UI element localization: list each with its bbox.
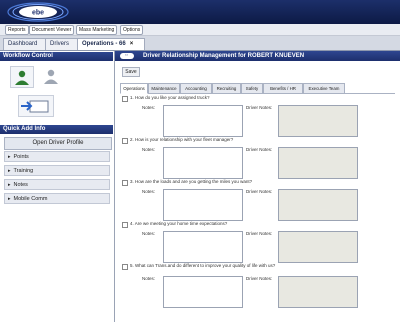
menu-mass-marketing[interactable]: Mass Marketing	[76, 25, 118, 35]
close-icon[interactable]: ×	[130, 41, 134, 47]
envelope-arrow-icon	[21, 100, 49, 113]
chevron-right-icon: ▸	[8, 182, 11, 188]
driver-notes-label: Driver Notes:	[246, 231, 273, 236]
tab-executive-team[interactable]: Executive Team	[303, 83, 345, 94]
tab-recruiting[interactable]: Recruiting	[212, 83, 241, 94]
question-text: 1. How do you like your assigned truck?	[130, 95, 210, 100]
save-button[interactable]: Save	[122, 67, 140, 77]
tab-maintenance[interactable]: Maintenance	[148, 83, 180, 94]
notes-label: Notes:	[142, 105, 156, 110]
notes-textarea[interactable]	[163, 147, 243, 179]
driver-notes-label: Driver Notes:	[246, 105, 273, 110]
tab-label: Dashboard	[8, 41, 38, 47]
question-text: 4. Are we meeting your home time expecta…	[130, 221, 228, 226]
driver-notes-label: Driver Notes:	[246, 147, 273, 152]
panel-title: Workflow Control	[3, 53, 53, 59]
driver-notes-textarea[interactable]	[278, 105, 358, 137]
notes-textarea[interactable]	[163, 231, 243, 263]
menu-options[interactable]: Options	[120, 25, 144, 35]
notes-label: Notes:	[142, 231, 156, 236]
quick-add-points[interactable]: ▸ Points	[4, 151, 110, 162]
item-label: Notes	[13, 182, 28, 188]
main-header: ⇔ Driver Relationship Management for ROB…	[115, 51, 400, 61]
driver-notes-label: Driver Notes:	[246, 276, 273, 281]
tab-operations[interactable]: Operations - 66 ×	[77, 38, 145, 50]
question-text: 5. What can Trans.and do different to im…	[130, 263, 276, 268]
chevron-right-icon: ▸	[8, 154, 11, 160]
notes-textarea[interactable]	[163, 189, 243, 221]
arrows-icon: ⇔	[124, 52, 129, 58]
menu-bar: Reports Document Viewer Mass Marketing O…	[0, 24, 400, 36]
question-checkbox[interactable]	[122, 138, 128, 144]
tab-operations[interactable]: Operations	[120, 83, 148, 94]
send-message-icon[interactable]	[18, 95, 54, 117]
question-text: 3. How are the loads and are you getting…	[130, 179, 253, 184]
quick-add-header: Quick Add Info	[0, 125, 113, 134]
question-text: 2. How is your relationship with your fl…	[130, 137, 234, 142]
question-checkbox[interactable]	[122, 180, 128, 186]
item-label: Mobile Comm	[13, 196, 48, 202]
notes-label: Notes:	[142, 147, 156, 152]
driver-notes-textarea[interactable]	[278, 231, 358, 263]
driver-notes-label: Driver Notes:	[246, 189, 273, 194]
question-checkbox[interactable]	[122, 96, 128, 102]
notes-label: Notes:	[142, 276, 156, 281]
company-logo: ebe	[7, 2, 69, 22]
tab-label: Operations - 66	[82, 41, 126, 47]
main-panel: ⇔ Driver Relationship Management for ROB…	[115, 51, 400, 322]
driver-notes-textarea[interactable]	[278, 189, 358, 221]
collapse-toggle[interactable]: ⇔	[120, 52, 134, 59]
quick-add-notes[interactable]: ▸ Notes	[4, 179, 110, 190]
tab-safety[interactable]: Safety	[241, 83, 263, 94]
workflow-control-header: Workflow Control	[0, 52, 113, 61]
menu-reports[interactable]: Reports	[5, 25, 29, 35]
driver-profile-icon[interactable]	[10, 66, 34, 88]
item-label: Points	[13, 154, 29, 160]
item-label: Training	[13, 168, 34, 174]
quick-add-training[interactable]: ▸ Training	[4, 165, 110, 176]
tab-accounting[interactable]: Accounting	[180, 83, 212, 94]
open-driver-profile-button[interactable]: Open Driver Profile	[4, 137, 112, 150]
driver-notes-textarea[interactable]	[278, 276, 358, 308]
tab-label: Drivers	[50, 41, 69, 47]
notes-textarea[interactable]	[163, 276, 243, 308]
menu-document-viewer[interactable]: Document Viewer	[29, 25, 75, 35]
left-panel: Workflow Control Quick Add Info Open Dri…	[0, 51, 115, 322]
person-icon	[15, 70, 29, 85]
question-checkbox[interactable]	[122, 264, 128, 270]
notes-label: Notes:	[142, 189, 156, 194]
chevron-right-icon: ▸	[8, 168, 11, 174]
user-icon[interactable]	[40, 66, 62, 86]
driver-notes-textarea[interactable]	[278, 147, 358, 179]
department-tabs: Operations Maintenance Accounting Recrui…	[120, 82, 395, 94]
top-banner: ebe	[0, 0, 400, 24]
question-checkbox[interactable]	[122, 222, 128, 228]
chevron-right-icon: ▸	[8, 196, 11, 202]
tab-benefits-hr[interactable]: Benefits / HR	[263, 83, 303, 94]
page-title: Driver Relationship Management for ROBER…	[143, 53, 305, 59]
panel-title: Quick Add Info	[3, 126, 46, 132]
tab-dashboard[interactable]: Dashboard	[3, 38, 51, 50]
tab-bar: Dashboard Drivers Operations - 66 ×	[0, 36, 400, 51]
notes-textarea[interactable]	[163, 105, 243, 137]
logo-text: ebe	[32, 10, 44, 17]
person-grey-icon	[44, 69, 58, 84]
quick-add-mobile-comm[interactable]: ▸ Mobile Comm	[4, 193, 110, 204]
